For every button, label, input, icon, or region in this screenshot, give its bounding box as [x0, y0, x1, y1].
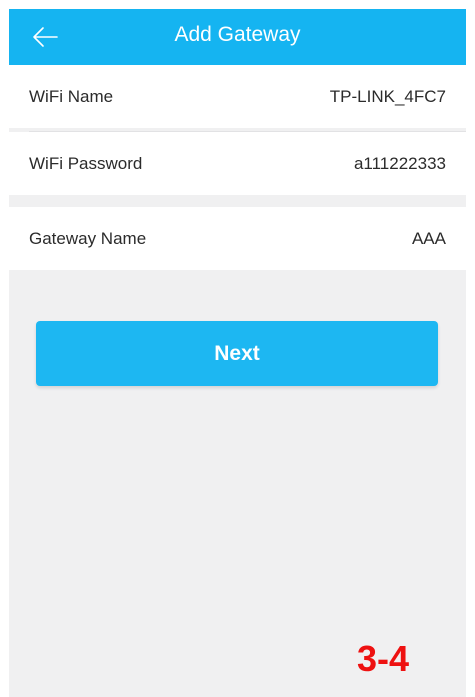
next-button[interactable]: Next [36, 321, 438, 386]
gateway-name-row[interactable]: Gateway Name AAA [9, 207, 466, 270]
header-bar: Add Gateway [9, 9, 466, 65]
step-annotation: 3-4 [357, 638, 410, 679]
wifi-password-row[interactable]: WiFi Password a111222333 [9, 132, 466, 195]
wifi-password-value[interactable]: a111222333 [354, 132, 446, 195]
page-title: Add Gateway [174, 23, 301, 46]
wifi-name-value[interactable]: TP-LINK_4FC7 [330, 65, 446, 128]
app-screen: Add Gateway WiFi Name TP-LINK_4FC7 WiFi … [9, 9, 466, 697]
gateway-name-label: Gateway Name [29, 228, 147, 248]
wifi-name-label: WiFi Name [29, 86, 114, 106]
wifi-name-row[interactable]: WiFi Name TP-LINK_4FC7 [9, 65, 466, 128]
wifi-password-label: WiFi Password [29, 153, 143, 173]
gateway-name-value[interactable]: AAA [412, 207, 446, 270]
